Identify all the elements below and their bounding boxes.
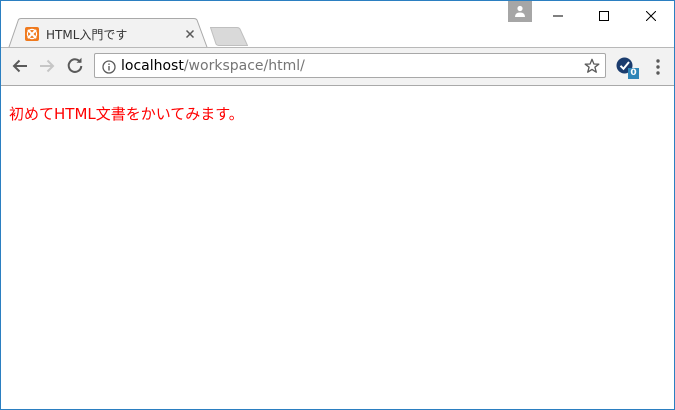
- url-host: localhost: [121, 58, 184, 74]
- minimize-icon: [553, 15, 563, 17]
- tab-title: HTML入門です: [46, 28, 128, 42]
- close-window-button[interactable]: [628, 1, 674, 31]
- profile-button[interactable]: [508, 1, 532, 22]
- address-bar[interactable]: localhost/workspace/html/: [94, 53, 606, 78]
- new-tab-button[interactable]: [209, 27, 249, 46]
- reload-button[interactable]: [65, 56, 85, 76]
- xampp-icon: [25, 27, 39, 41]
- kebab-menu-icon[interactable]: [652, 58, 664, 76]
- arrow-right-icon: [40, 59, 55, 73]
- close-icon: [646, 11, 656, 21]
- title-bar: HTML入門です: [1, 1, 674, 49]
- extension-badge: 0: [628, 68, 639, 79]
- address-url: localhost/workspace/html/: [121, 58, 305, 74]
- back-button[interactable]: [10, 56, 30, 76]
- maximize-icon: [599, 11, 609, 21]
- page-content: 初めてHTML文書をかいてみます。: [1, 86, 674, 409]
- url-path: /workspace/html/: [183, 58, 305, 74]
- browser-toolbar: localhost/workspace/html/ 0: [1, 48, 674, 86]
- forward-button[interactable]: [37, 56, 57, 76]
- info-icon[interactable]: [102, 59, 116, 74]
- maximize-button[interactable]: [581, 1, 627, 31]
- page-text: 初めてHTML文書をかいてみます。: [9, 105, 244, 123]
- arrow-left-icon: [12, 59, 27, 73]
- star-icon[interactable]: [584, 58, 600, 74]
- tab-active[interactable]: HTML入門です: [8, 18, 208, 49]
- reload-icon: [67, 57, 83, 73]
- minimize-button[interactable]: [535, 1, 581, 31]
- person-icon: [515, 5, 525, 17]
- browser-window: HTML入門です localhost/workspace/html/ 0 初めて…: [0, 0, 675, 410]
- tab-close-icon[interactable]: [183, 26, 197, 40]
